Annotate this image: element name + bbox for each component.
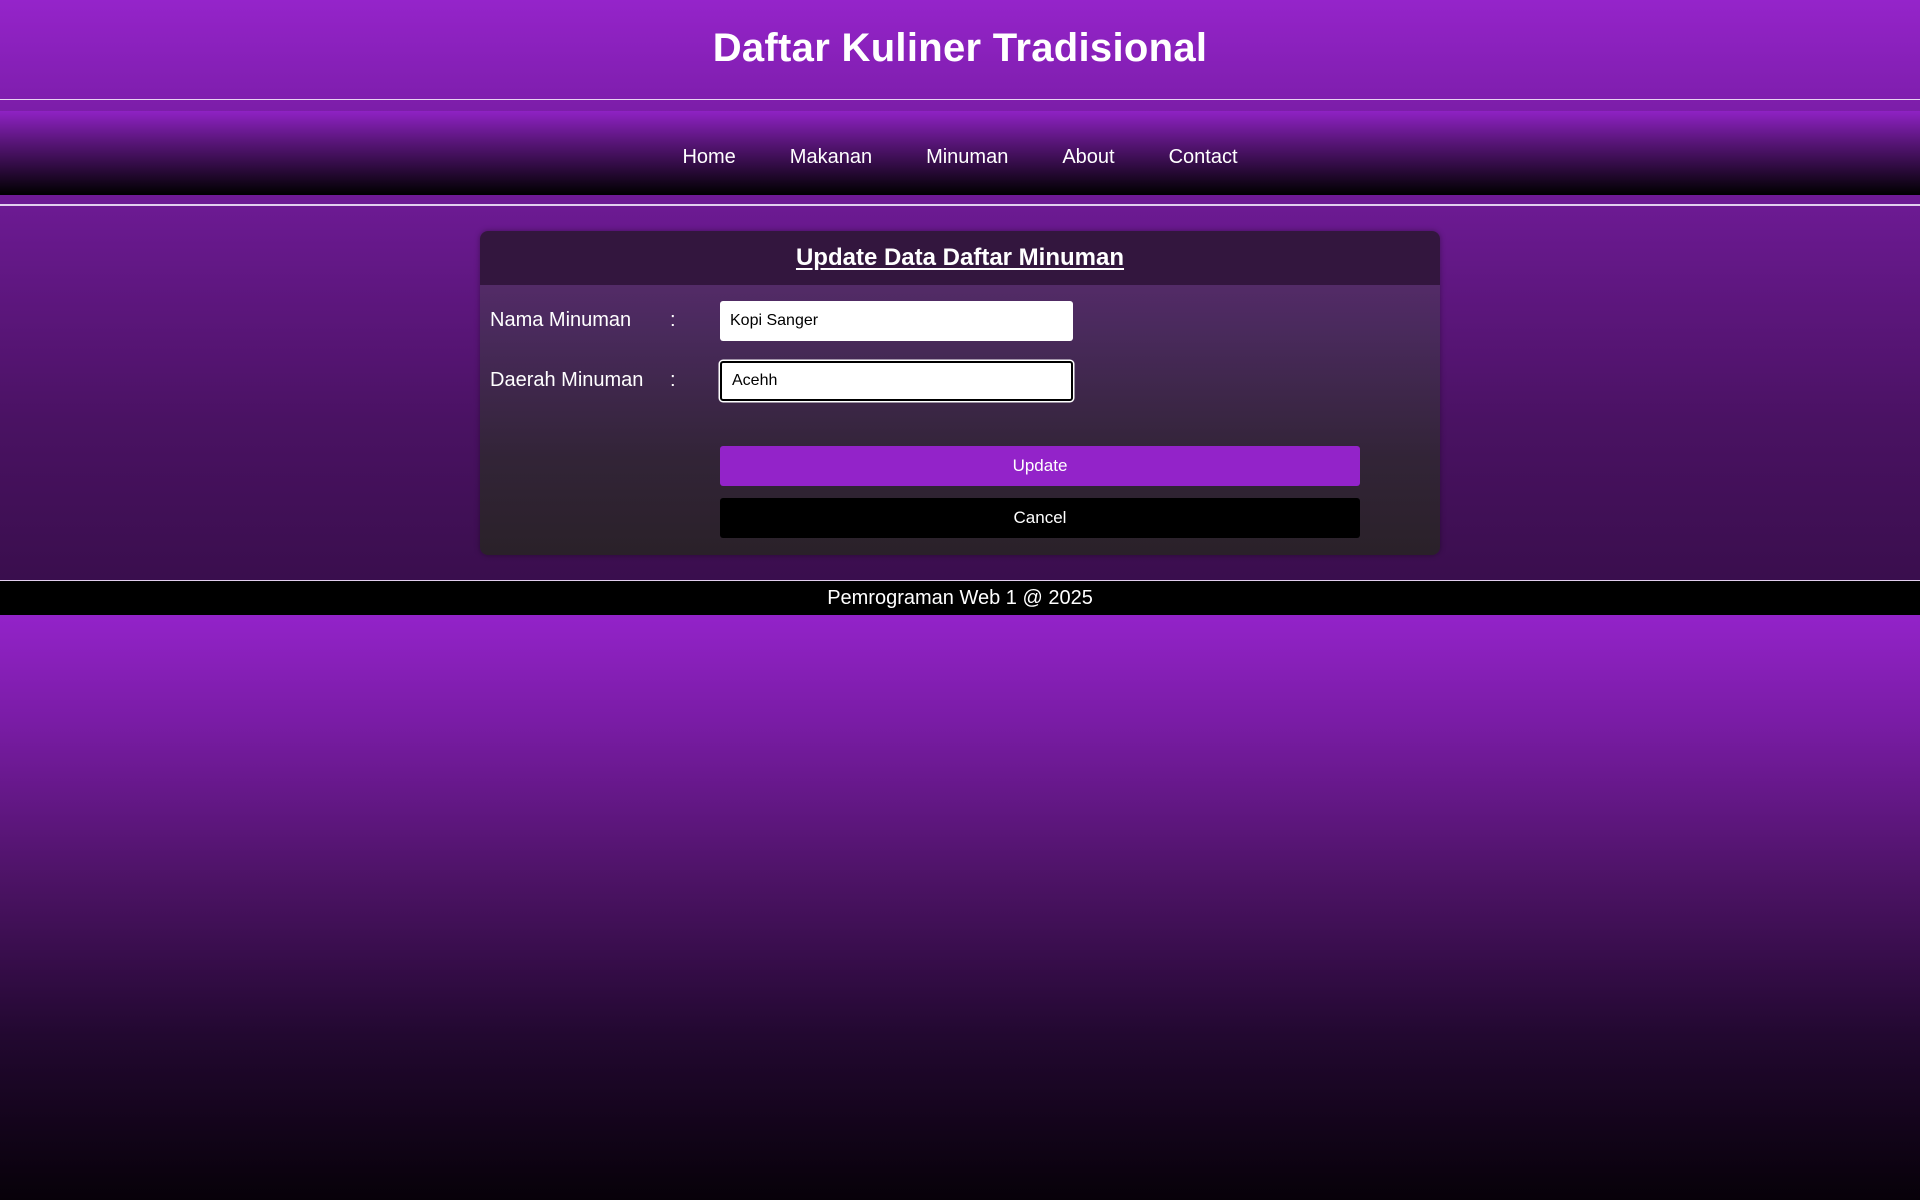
nama-minuman-input[interactable] bbox=[720, 301, 1073, 341]
cancel-button[interactable]: Cancel bbox=[720, 498, 1360, 538]
nav-item-home[interactable]: Home bbox=[655, 146, 762, 169]
page-title: Daftar Kuliner Tradisional bbox=[712, 26, 1208, 70]
page-background bbox=[0, 615, 1920, 1200]
card-header: Update Data Daftar Minuman bbox=[480, 231, 1440, 285]
site-footer: Pemrograman Web 1 @ 2025 bbox=[0, 581, 1920, 615]
nama-minuman-colon: : bbox=[670, 309, 676, 331]
site-header: Daftar Kuliner Tradisional bbox=[0, 0, 1920, 100]
nama-minuman-label: Nama Minuman bbox=[490, 309, 632, 331]
nav-item-makanan[interactable]: Makanan bbox=[763, 146, 899, 169]
daerah-minuman-label: Daerah Minuman bbox=[490, 369, 644, 391]
update-button[interactable]: Update bbox=[720, 446, 1360, 486]
main-nav: Home Makanan Minuman About Contact bbox=[0, 111, 1920, 195]
nav-item-about[interactable]: About bbox=[1035, 146, 1141, 169]
footer-text: Pemrograman Web 1 @ 2025 bbox=[827, 586, 1093, 609]
nav-item-contact[interactable]: Contact bbox=[1142, 146, 1265, 169]
form-row-daerah: Daerah Minuman : bbox=[480, 361, 1440, 401]
daerah-minuman-input[interactable] bbox=[720, 361, 1073, 401]
daerah-minuman-colon: : bbox=[670, 369, 676, 391]
form-row-nama: Nama Minuman : bbox=[480, 301, 1440, 341]
update-form-card: Update Data Daftar Minuman Nama Minuman … bbox=[480, 231, 1440, 555]
form-title: Update Data Daftar Minuman bbox=[795, 244, 1125, 271]
nav-item-minuman[interactable]: Minuman bbox=[899, 146, 1035, 169]
nav-divider bbox=[0, 204, 1920, 206]
